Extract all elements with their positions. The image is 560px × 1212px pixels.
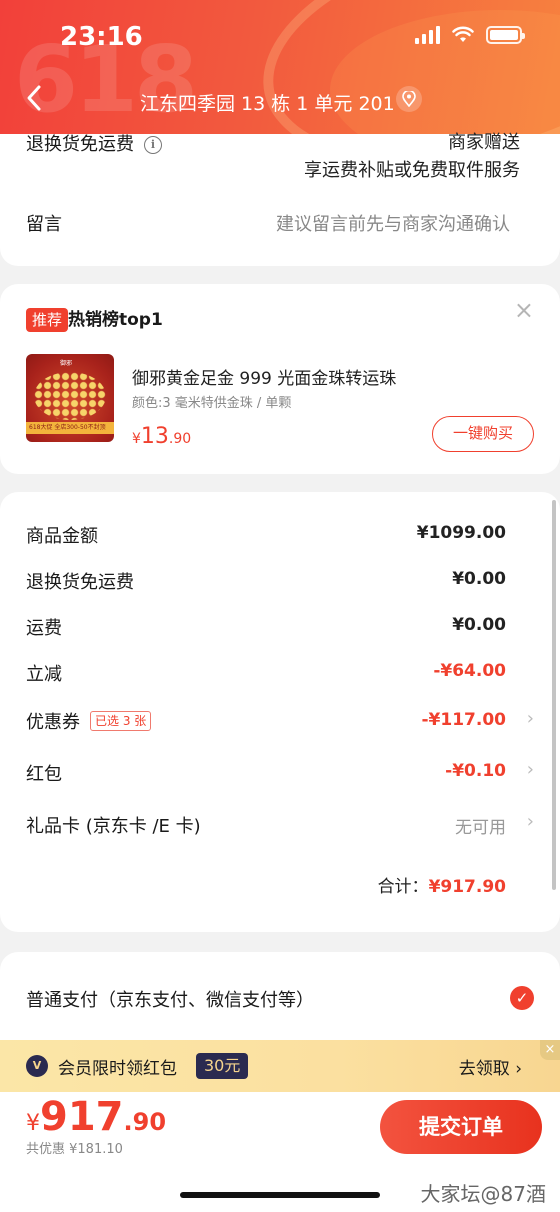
- summary-value-goods: ¥1099.00: [416, 523, 506, 543]
- status-icons: [415, 26, 525, 44]
- order-total: 合计：¥917.90: [378, 872, 506, 897]
- submit-order-button[interactable]: 提交订单: [380, 1100, 542, 1154]
- check-icon[interactable]: ✓: [510, 986, 534, 1010]
- member-banner[interactable]: V 会员限时领红包 30元 去领取 › ×: [0, 1040, 560, 1092]
- product-spec: 颜色:3 毫米特供金珠 / 单颗: [132, 396, 292, 411]
- chevron-right-icon[interactable]: ›: [527, 708, 534, 729]
- delivery-address[interactable]: 江东四季园 13 栋 1 单元 201: [140, 89, 395, 116]
- summary-value-discount: -¥64.00: [433, 661, 506, 681]
- home-indicator[interactable]: [180, 1192, 380, 1198]
- return-free-shipping-row: 退换货免运费 i: [26, 130, 162, 156]
- status-time: 23:16: [60, 22, 143, 52]
- total-saved: 共优惠 ¥181.10: [26, 1142, 123, 1157]
- watermark: 大家坛@87酒: [420, 1182, 546, 1206]
- recommend-title: 热销榜top1: [68, 310, 163, 330]
- scrollbar[interactable]: [552, 500, 556, 890]
- recommend-tag: 推荐: [26, 308, 69, 332]
- close-icon[interactable]: ×: [514, 296, 534, 324]
- return-free-value-1: 商家赠送: [448, 132, 520, 153]
- return-free-label: 退换货免运费: [26, 134, 134, 155]
- member-banner-text: 会员限时领红包: [58, 1059, 177, 1079]
- claim-button[interactable]: 去领取 ›: [459, 1054, 522, 1079]
- summary-label-goods: 商品金额: [26, 526, 98, 547]
- summary-value-giftcard[interactable]: 无可用: [455, 813, 506, 838]
- summary-value-return: ¥0.00: [452, 569, 506, 589]
- price-summary-card: 商品金额 ¥1099.00 退换货免运费 ¥0.00 运费 ¥0.00 立减 -…: [0, 492, 560, 932]
- product-image[interactable]: 御邪 618大促 全店300-50不封顶: [26, 354, 114, 442]
- product-image-brand: 御邪: [60, 360, 73, 367]
- chevron-right-icon[interactable]: ›: [527, 759, 534, 780]
- back-button[interactable]: [26, 84, 50, 114]
- checkout-bar: ¥917.90 共优惠 ¥181.10 提交订单 大家坛@87酒: [0, 1092, 560, 1212]
- return-free-value-2: 享运费补贴或免费取件服务: [304, 160, 520, 181]
- info-icon[interactable]: i: [144, 136, 162, 154]
- total-label: 合计：: [377, 877, 429, 897]
- summary-label-redpacket[interactable]: 红包: [26, 760, 62, 786]
- header: 618 23:16 江东四季园 13 栋 1 单元 201: [0, 0, 560, 134]
- close-icon[interactable]: ×: [540, 1040, 560, 1060]
- summary-label-return: 退换货免运费: [26, 572, 134, 593]
- message-input[interactable]: 建议留言前先与商家沟通确认: [276, 210, 510, 236]
- summary-label-shipping: 运费: [26, 618, 62, 639]
- summary-label-coupon: 优惠券: [26, 712, 80, 733]
- chevron-left-icon: [27, 85, 41, 111]
- signal-icon: [415, 26, 440, 44]
- summary-value-coupon[interactable]: -¥117.00: [422, 710, 507, 730]
- vip-crown-icon: V: [26, 1055, 48, 1077]
- coupon-count-badge: 已选 3 张: [90, 711, 152, 731]
- total-value: ¥917.90: [428, 877, 506, 897]
- order-options-card: 退换货免运费 i 商家赠送 享运费补贴或免费取件服务 留言 建议留言前先与商家沟通…: [0, 132, 560, 266]
- product-image-banner: 618大促 全店300-50不封顶: [26, 422, 114, 434]
- product-title[interactable]: 御邪黄金足金 999 光面金珠转运珠: [132, 364, 396, 389]
- product-price: ¥13.90: [132, 424, 192, 449]
- location-icon[interactable]: [396, 86, 422, 112]
- wifi-icon: [452, 26, 474, 42]
- one-click-buy-button[interactable]: 一键购买: [432, 416, 534, 452]
- member-banner-amount: 30元: [196, 1053, 249, 1079]
- payment-method[interactable]: 普通支付（京东支付、微信支付等）: [26, 986, 314, 1012]
- summary-label-giftcard[interactable]: 礼品卡 (京东卡 /E 卡): [26, 812, 201, 838]
- battery-icon: [486, 26, 525, 44]
- coupon-row[interactable]: 优惠券 已选 3 张: [26, 708, 152, 734]
- chevron-right-icon[interactable]: ›: [527, 811, 534, 832]
- final-price: ¥917.90: [26, 1094, 167, 1140]
- message-label: 留言: [26, 214, 62, 235]
- recommendation-card: 推荐 热销榜top1 × 御邪 618大促 全店300-50不封顶 御邪黄金足金…: [0, 284, 560, 474]
- summary-value-redpacket[interactable]: -¥0.10: [445, 761, 506, 781]
- summary-value-shipping: ¥0.00: [452, 615, 506, 635]
- summary-label-discount: 立减: [26, 664, 62, 685]
